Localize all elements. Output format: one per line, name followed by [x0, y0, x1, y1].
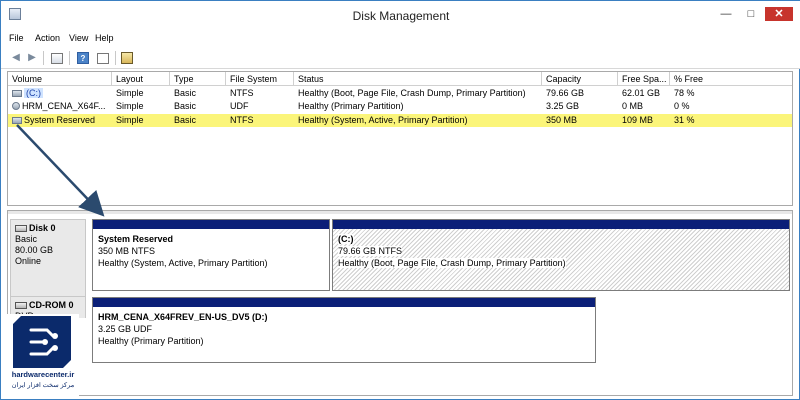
logo-text: hardwarecenter.ir: [11, 370, 75, 379]
toolbar: ◀ ▶ ?: [1, 47, 800, 69]
circuit-badge-icon: [13, 316, 71, 368]
column-header-capacity[interactable]: Capacity: [542, 72, 618, 86]
menu-bar: File Action View Help: [1, 31, 800, 47]
partition-status: Healthy (Boot, Page File, Crash Dump, Pr…: [338, 258, 566, 268]
volume-capacity: 3.25 GB: [546, 101, 580, 111]
toolbar-separator: [69, 51, 70, 65]
back-arrow-icon[interactable]: ◀: [9, 51, 23, 65]
window-title: Disk Management: [352, 9, 450, 23]
cd-drive-icon: [12, 102, 20, 110]
column-header-percent-free[interactable]: % Free: [670, 72, 792, 86]
toolbar-separator: [115, 51, 116, 65]
volume-name: HRM_CENA_X64F...: [22, 101, 106, 111]
volume-name: (C:): [24, 88, 43, 98]
column-header-status[interactable]: Status: [294, 72, 542, 86]
volume-status: Healthy (Primary Partition): [298, 101, 404, 111]
volume-file-system: NTFS: [230, 115, 254, 125]
column-header-layout[interactable]: Layout: [112, 72, 170, 86]
volume-layout: Simple: [116, 115, 144, 125]
volume-status: Healthy (System, Active, Primary Partiti…: [298, 115, 468, 125]
partition-dvd[interactable]: HRM_CENA_X64FREV_EN-US_DV5 (D:) 3.25 GB …: [92, 297, 596, 363]
partition-size-fs: 350 MB NTFS: [98, 246, 156, 256]
volume-free-space: 0 MB: [622, 101, 644, 111]
volume-layout: Simple: [116, 88, 144, 98]
cd-rom-icon: [15, 302, 27, 309]
partition-size-fs: 79.66 GB NTFS: [338, 246, 403, 256]
volume-file-system: NTFS: [230, 88, 254, 98]
properties-icon[interactable]: [121, 52, 133, 64]
volume-type: Basic: [174, 101, 197, 111]
volume-capacity: 79.66 GB: [546, 88, 585, 98]
close-button[interactable]: ✕: [765, 7, 793, 21]
volume-free-space: 109 MB: [622, 115, 654, 125]
volume-percent-free: 78 %: [674, 88, 695, 98]
pane-divider: [8, 211, 792, 214]
hardwarecenter-logo: hardwarecenter.ir مرکز سخت افزار ایران: [7, 314, 79, 396]
volume-file-system: UDF: [230, 101, 249, 111]
title-bar: Disk Management — □ ✕: [1, 1, 800, 31]
drive-icon: [12, 117, 22, 124]
partition-size-fs: 3.25 GB UDF: [98, 324, 153, 334]
console-tree-icon[interactable]: [51, 53, 63, 64]
partition-status: Healthy (Primary Partition): [98, 336, 204, 346]
logo-subtext: مرکز سخت افزار ایران: [11, 382, 75, 389]
partition-status: Healthy (System, Active, Primary Partiti…: [98, 258, 268, 268]
minimize-button[interactable]: —: [716, 7, 736, 21]
list-view-icon[interactable]: [97, 53, 109, 64]
volume-type: Basic: [174, 115, 197, 125]
forward-arrow-icon[interactable]: ▶: [25, 51, 39, 65]
volume-status: Healthy (Boot, Page File, Crash Dump, Pr…: [298, 88, 526, 98]
help-icon[interactable]: ?: [77, 52, 89, 64]
menu-file[interactable]: File: [9, 33, 24, 43]
volume-layout: Simple: [116, 101, 144, 111]
volume-percent-free: 31 %: [674, 115, 695, 125]
volume-list: Volume Layout Type File System Status Ca…: [7, 71, 793, 206]
menu-action[interactable]: Action: [35, 33, 60, 43]
volume-type: Basic: [174, 88, 197, 98]
hard-disk-icon: [15, 225, 27, 232]
column-header-volume[interactable]: Volume: [8, 72, 112, 86]
table-row[interactable]: (C:) Simple Basic NTFS Healthy (Boot, Pa…: [8, 87, 792, 100]
table-row[interactable]: HRM_CENA_X64F... Simple Basic UDF Health…: [8, 100, 792, 113]
table-row-selected[interactable]: System Reserved Simple Basic NTFS Health…: [8, 114, 792, 127]
disk-kind: Basic: [15, 234, 38, 244]
disk-name: Disk 0: [29, 223, 56, 233]
volume-free-space: 62.01 GB: [622, 88, 661, 98]
partition-title: HRM_CENA_X64FREV_EN-US_DV5 (D:): [98, 312, 268, 322]
volume-percent-free: 0 %: [674, 101, 690, 111]
partition-c-drive[interactable]: (C:) 79.66 GB NTFS Healthy (Boot, Page F…: [332, 219, 790, 291]
graphical-disk-view: Disk 0 Basic 80.00 GB Online System Rese…: [7, 210, 793, 396]
volume-name: System Reserved: [24, 115, 96, 125]
column-header-free-space[interactable]: Free Spa...: [618, 72, 670, 86]
menu-view[interactable]: View: [69, 33, 88, 43]
partition-bar: [333, 220, 789, 229]
disk-management-window: Disk Management — □ ✕ File Action View H…: [0, 0, 800, 400]
partition-bar: [93, 298, 595, 307]
menu-help[interactable]: Help: [95, 33, 114, 43]
drive-icon: [12, 90, 22, 97]
disk-size: 80.00 GB: [15, 245, 54, 255]
toolbar-separator: [43, 51, 44, 65]
disk-name: CD-ROM 0: [29, 300, 74, 310]
maximize-button[interactable]: □: [741, 7, 761, 21]
partition-bar: [93, 220, 329, 229]
partition-system-reserved[interactable]: System Reserved 350 MB NTFS Healthy (Sys…: [92, 219, 330, 291]
column-header-file-system[interactable]: File System: [226, 72, 294, 86]
column-header-type[interactable]: Type: [170, 72, 226, 86]
partition-title: (C:): [338, 234, 354, 244]
disk-state: Online: [15, 256, 42, 266]
disk-0-label[interactable]: Disk 0 Basic 80.00 GB Online: [10, 219, 86, 297]
partition-title: System Reserved: [98, 234, 174, 244]
volume-capacity: 350 MB: [546, 115, 578, 125]
